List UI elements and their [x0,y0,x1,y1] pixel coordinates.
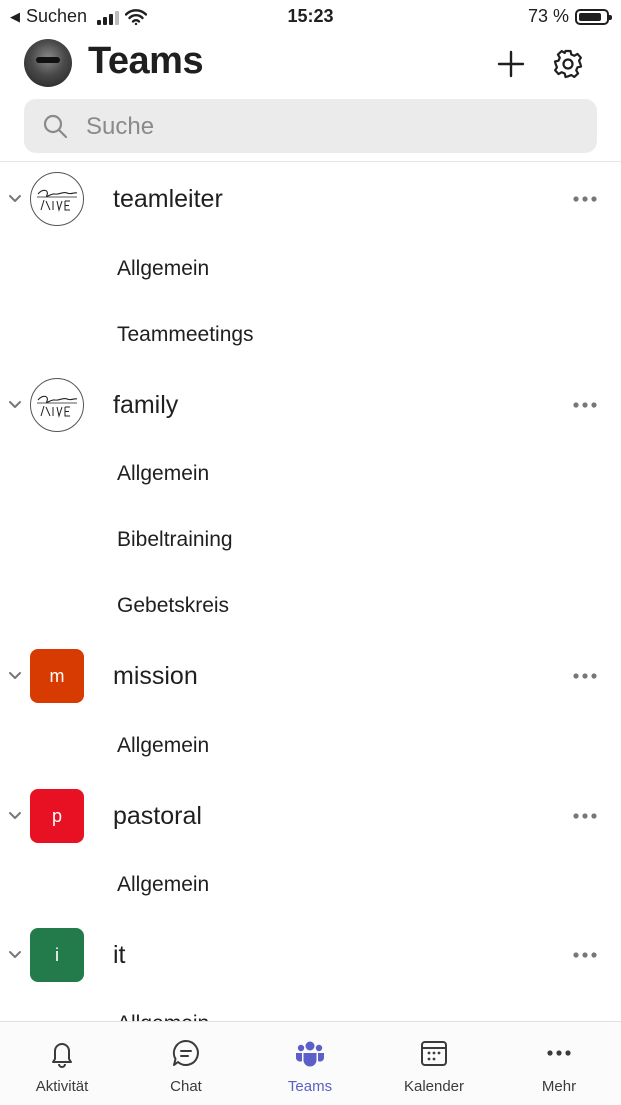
team-name: family [113,391,179,419]
more-options-icon[interactable] [571,941,599,969]
more-icon [547,1050,571,1056]
chevron-down-icon [9,951,21,958]
gear-icon [553,49,583,79]
battery-icon [575,8,612,25]
battery-percent: 73 % [527,6,569,26]
team-name: teamleiter [113,185,223,213]
channel-item[interactable]: Teammeetings [117,315,577,355]
team-name: it [113,941,126,969]
teams-icon [295,1041,325,1067]
search-bar[interactable] [24,99,597,155]
tab-chat[interactable]: Chat [124,1022,248,1105]
team-logo: i [30,928,84,982]
settings-button[interactable] [548,44,588,84]
channel-item[interactable]: Allgemein [117,249,577,289]
channel-item[interactable]: Allgemein [117,865,577,905]
team-row-it[interactable]: i it [0,919,621,991]
more-options-icon[interactable] [571,185,599,213]
chevron-down-icon [9,195,21,202]
tab-label: Kalender [403,1078,465,1095]
add-team-button[interactable] [491,44,531,84]
team-name: pastoral [113,802,202,830]
search-icon [43,114,68,139]
tab-more[interactable]: Mehr [497,1022,621,1105]
header: Teams [0,36,621,92]
status-bar: ◀ Suchen 15:23 73 % [0,0,621,32]
more-options-icon[interactable] [571,391,599,419]
team-logo [30,378,84,432]
search-input[interactable] [84,99,588,155]
team-name: mission [113,662,198,690]
tab-activity[interactable]: Aktivität [0,1022,124,1105]
team-logo [30,172,84,226]
channel-item[interactable]: Allgemein [117,454,577,494]
team-logo: p [30,789,84,843]
page-title: Teams [88,40,204,82]
chat-icon [172,1039,199,1066]
more-options-icon[interactable] [571,662,599,690]
calendar-icon [421,1041,447,1066]
tab-label: Aktivität [35,1078,89,1095]
channel-item[interactable]: Bibeltraining [117,520,577,560]
team-row-family[interactable]: family [0,369,621,441]
team-row-mission[interactable]: m mission [0,640,621,712]
tab-label: Mehr [541,1078,577,1095]
tab-calendar[interactable]: Kalender [372,1022,496,1105]
channel-item[interactable]: Allgemein [117,1004,577,1021]
chevron-down-icon [9,672,21,679]
tab-teams[interactable]: Teams [248,1022,372,1105]
chevron-down-icon [9,812,21,819]
tab-label: Chat [170,1078,202,1095]
plus-icon [497,50,525,78]
team-row-pastoral[interactable]: p pastoral [0,780,621,852]
channel-item[interactable]: Allgemein [117,726,577,766]
bell-icon [52,1043,72,1068]
bottom-tab-bar: Aktivität Chat Teams Kalender Mehr [0,1021,621,1105]
team-row-teamleiter[interactable]: teamleiter [0,163,621,235]
generation-alive-logo-icon [37,189,78,212]
more-options-icon[interactable] [571,802,599,830]
avatar[interactable] [24,39,72,87]
teams-list[interactable]: teamleiter Allgemein Teammeetings family… [0,162,621,1021]
team-logo: m [30,649,84,703]
tab-label: Teams [287,1078,333,1095]
generation-alive-logo-icon [37,395,78,418]
channel-item[interactable]: Gebetskreis [117,586,577,626]
chevron-down-icon [9,401,21,408]
